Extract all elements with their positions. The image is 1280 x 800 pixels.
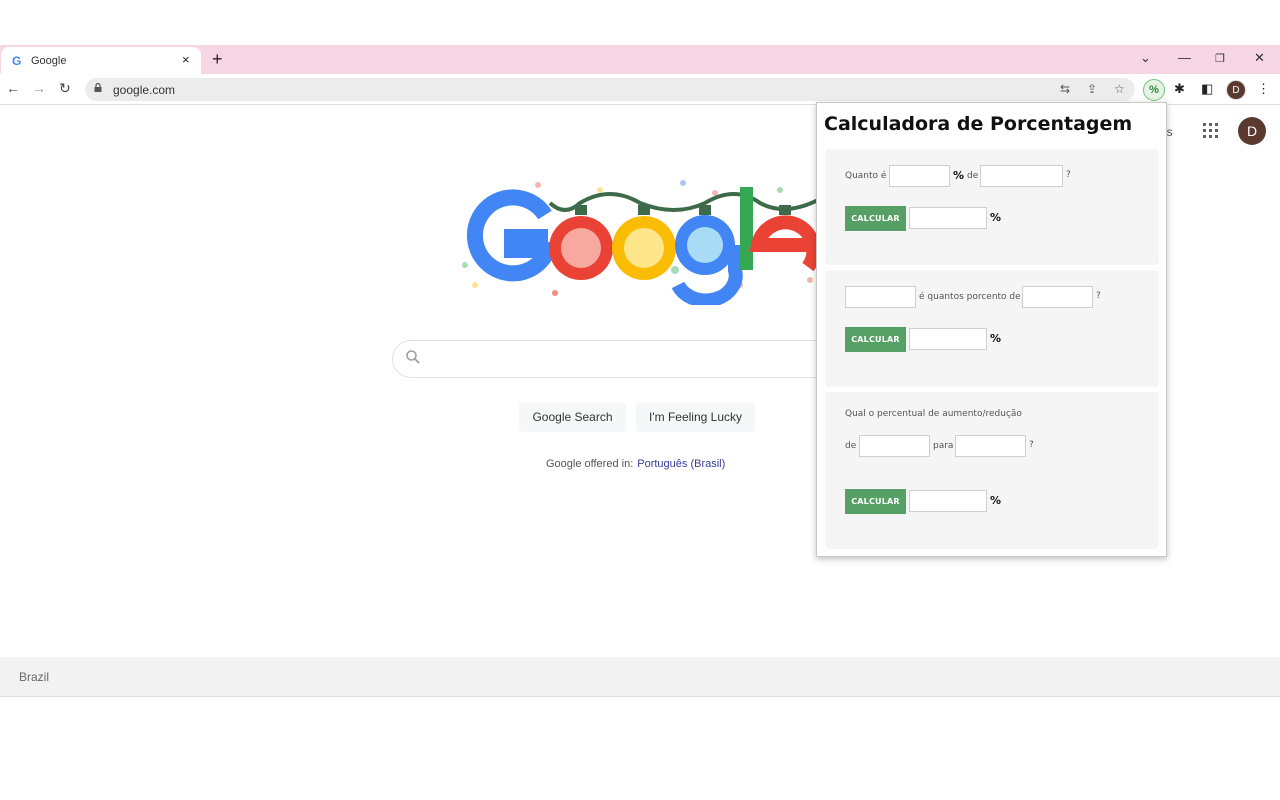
language-offer: Google offered in: Português (Brasil) (546, 458, 725, 470)
screen: G Google × + ⌄ — ❐ ✕ ← → ↻ google.com ⇆ … (0, 0, 1280, 800)
minimize-icon[interactable]: — (1178, 50, 1191, 65)
language-link-portuguese[interactable]: Português (Brasil) (637, 458, 725, 470)
new-tab-icon[interactable]: + (212, 49, 223, 70)
offered-in-label: Google offered in: (546, 458, 634, 470)
calc2-middle-label: é quantos porcento de (919, 292, 1021, 302)
restore-icon[interactable]: ❐ (1215, 52, 1225, 65)
calc3-from-input[interactable] (859, 435, 930, 457)
bookmark-star-icon[interactable]: ☆ (1114, 82, 1125, 96)
calc3-question-label: Qual o percentual de aumento/redução (845, 409, 1022, 419)
profile-avatar-icon[interactable]: D (1226, 80, 1246, 100)
calculator-card-percent-of: Quanto é % de ? CALCULAR % (825, 149, 1159, 265)
google-favicon-icon: G (12, 54, 22, 68)
search-input[interactable] (392, 340, 832, 378)
calc2-part-input[interactable] (845, 286, 916, 308)
percentage-calculator-popup: Calculadora de Porcentagem Quanto é % de… (816, 102, 1167, 557)
apps-grid-icon[interactable] (1203, 123, 1219, 139)
tab-close-icon[interactable]: × (182, 52, 190, 67)
translate-icon[interactable]: ⇆ (1060, 82, 1070, 96)
share-icon[interactable]: ⇪ (1087, 82, 1097, 96)
calc1-calcular-button[interactable]: CALCULAR (845, 206, 906, 231)
tab-title: Google (31, 55, 67, 67)
calc2-result-field (909, 328, 987, 350)
calc2-question-mark: ? (1096, 291, 1101, 301)
calc2-total-input[interactable] (1022, 286, 1093, 308)
calc1-prefix-label: Quanto é (845, 171, 887, 181)
url-text[interactable]: google.com (113, 83, 175, 97)
calc1-percent-symbol: % (953, 169, 965, 182)
footer-country: Brazil (19, 670, 50, 684)
calc3-result-percent-symbol: % (990, 494, 1002, 507)
calc2-result-percent-symbol: % (990, 332, 1002, 345)
tab-strip: G Google × (0, 45, 1280, 74)
forward-arrow-icon[interactable]: → (32, 80, 46, 96)
calc1-value-input[interactable] (980, 165, 1063, 187)
lock-icon (94, 83, 102, 92)
extensions-puzzle-icon[interactable]: ✱ (1174, 81, 1185, 97)
calc1-percent-input[interactable] (889, 165, 950, 187)
google-doodle-logo[interactable] (450, 175, 820, 305)
calc3-result-field (909, 490, 987, 512)
calc3-de-label: de (845, 441, 857, 451)
calculator-card-what-percent: é quantos porcento de ? CALCULAR % (825, 270, 1159, 387)
calc1-result-percent-symbol: % (990, 211, 1002, 224)
tab-google[interactable]: G Google × (1, 47, 201, 74)
calc3-calcular-button[interactable]: CALCULAR (845, 489, 906, 514)
feeling-lucky-button[interactable]: I'm Feeling Lucky (636, 402, 755, 432)
percentage-extension-icon[interactable]: % (1143, 79, 1165, 101)
side-panel-icon[interactable]: ◧ (1201, 81, 1213, 97)
address-bar[interactable] (85, 78, 1135, 101)
more-menu-icon[interactable]: ⋮ (1257, 81, 1270, 97)
tab-search-chevron-icon[interactable]: ⌄ (1140, 50, 1151, 66)
close-window-icon[interactable]: ✕ (1254, 50, 1265, 66)
calc3-para-label: para (933, 441, 954, 451)
calc1-question-mark: ? (1066, 170, 1071, 180)
calc1-result-field (909, 207, 987, 229)
account-avatar[interactable]: D (1238, 117, 1266, 145)
back-arrow-icon[interactable]: ← (6, 80, 20, 96)
calculator-card-change: Qual o percentual de aumento/redução de … (825, 392, 1159, 549)
calc2-calcular-button[interactable]: CALCULAR (845, 327, 906, 352)
google-search-button[interactable]: Google Search (519, 402, 626, 432)
popup-title: Calculadora de Porcentagem (824, 113, 1133, 135)
reload-icon[interactable]: ↻ (59, 80, 71, 97)
calc3-to-input[interactable] (955, 435, 1026, 457)
calc1-de-label: de (967, 171, 979, 181)
search-icon (406, 350, 420, 364)
page-footer (0, 657, 1280, 697)
calc3-question-mark: ? (1029, 440, 1034, 450)
